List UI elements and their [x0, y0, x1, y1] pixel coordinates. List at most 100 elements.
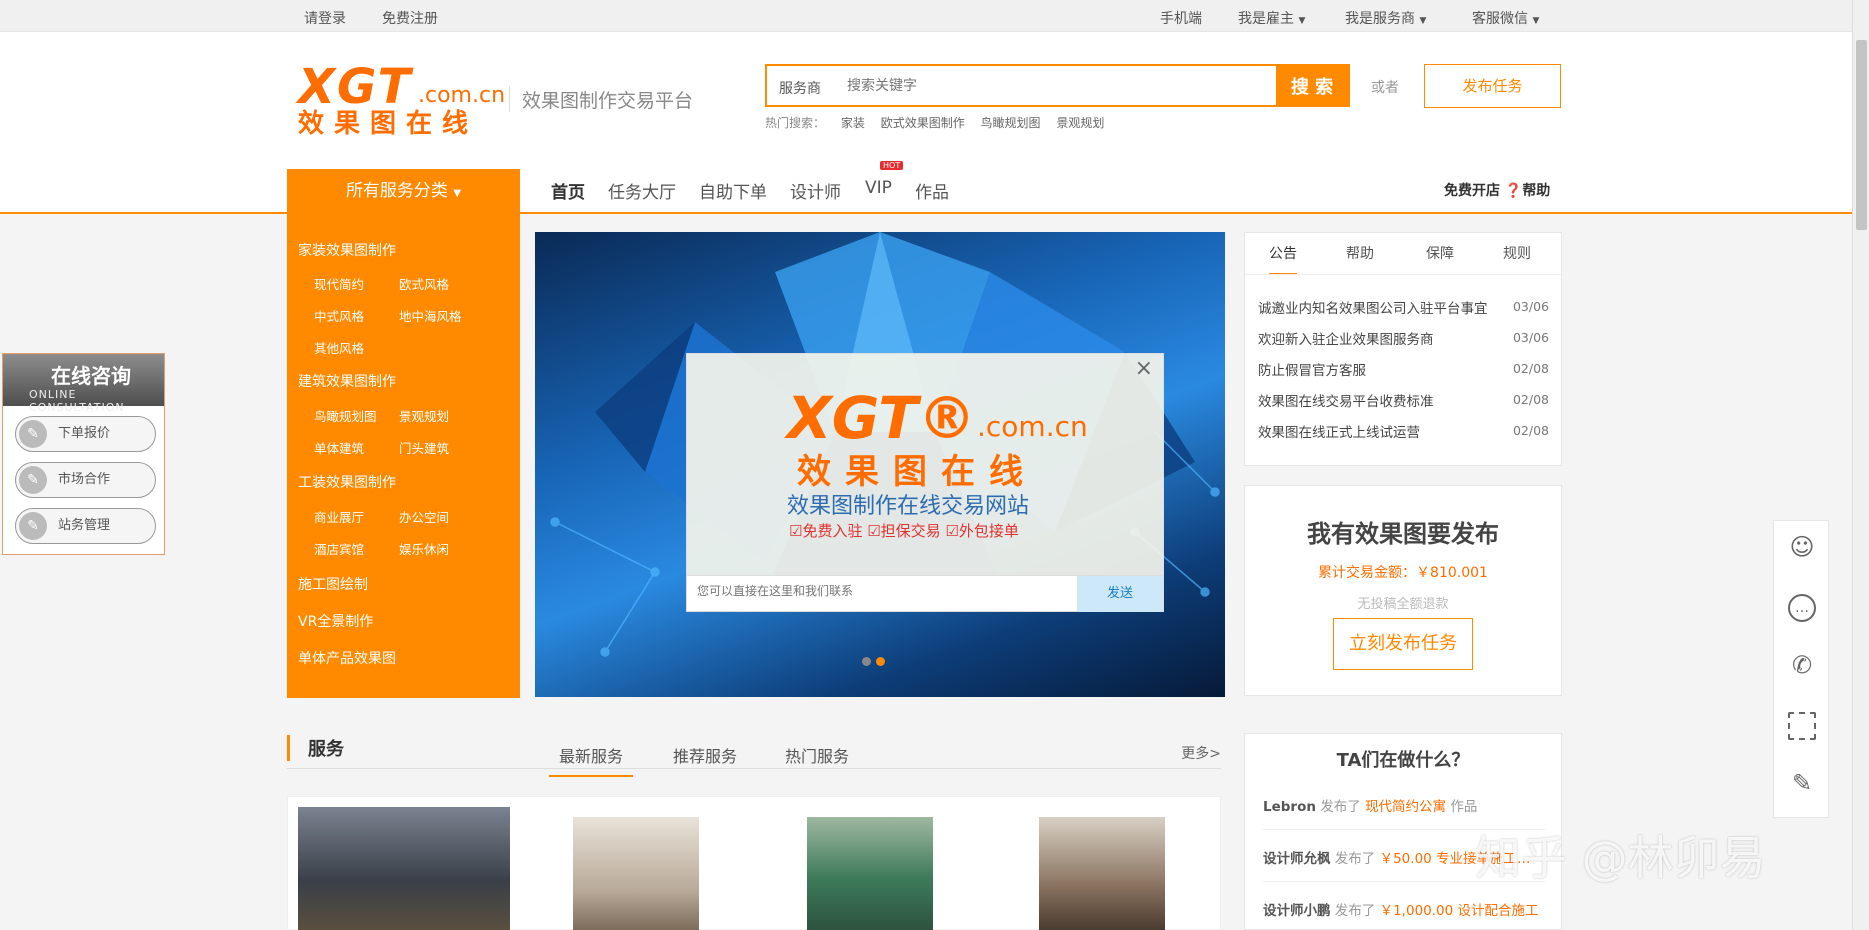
category-commercial[interactable]: 工装效果图制作 — [298, 472, 396, 492]
tab-announcements[interactable]: 公告 — [1269, 243, 1297, 275]
notice-item[interactable]: 防止假冒官方客服 — [1258, 359, 1533, 379]
hot-term[interactable]: 鸟瞰规划图 — [981, 116, 1041, 130]
help-label[interactable]: 帮助 — [1522, 183, 1550, 199]
service-card-image[interactable] — [573, 817, 699, 930]
tab-rules[interactable]: 规则 — [1503, 243, 1531, 263]
category-home-decor[interactable]: 家装效果图制作 — [298, 240, 396, 260]
scan-icon[interactable] — [1788, 712, 1816, 740]
wechat-label: 客服微信 — [1472, 11, 1528, 27]
caret-down-icon: ▼ — [1419, 16, 1427, 26]
free-shop-label: 免费开店 — [1444, 183, 1500, 199]
consultation-title: 在线咨询 — [51, 364, 131, 388]
more-link[interactable]: 更多> — [1181, 743, 1221, 763]
subcategory-link[interactable]: 办公空间 — [399, 507, 449, 526]
tab-hot-services[interactable]: 热门服务 — [785, 743, 849, 767]
nav-works[interactable]: 作品 — [915, 178, 949, 203]
slogan: 效果图制作交易平台 — [509, 86, 693, 112]
notice-item[interactable]: 欢迎新入驻企业效果图服务商 — [1258, 328, 1533, 348]
register-link[interactable]: 免费注册 — [382, 8, 438, 28]
wechat-menu[interactable]: 客服微信 ▼ — [1472, 8, 1539, 28]
scrollbar-thumb[interactable] — [1856, 40, 1867, 230]
tab-recommended-services[interactable]: 推荐服务 — [673, 743, 737, 767]
carousel-dot[interactable] — [862, 657, 871, 666]
activity-verb: 发布了 — [1320, 799, 1361, 815]
activity-row[interactable]: Lebron 发布了 现代简约公寓 作品 — [1263, 795, 1553, 815]
vertical-scrollbar[interactable] — [1852, 0, 1869, 930]
trade-amount: 累计交易金额：￥810.001 — [1318, 565, 1488, 581]
notice-item[interactable]: 效果图在线正式上线试运营 — [1258, 421, 1533, 441]
category-construction[interactable]: 施工图绘制 — [298, 574, 368, 594]
employer-label: 我是雇主 — [1238, 11, 1294, 27]
quote-label: 下单报价 — [58, 426, 111, 441]
nav-self-order[interactable]: 自助下单 — [699, 178, 767, 203]
help-icon: ❓ — [1504, 183, 1523, 199]
caret-down-icon: ▼ — [453, 188, 462, 199]
tab-latest-services[interactable]: 最新服务 — [549, 743, 634, 777]
publish-now-button[interactable]: 立刻发布任务 — [1333, 618, 1473, 670]
notice-date: 02/08 — [1512, 423, 1549, 438]
hot-term[interactable]: 欧式效果图制作 — [881, 116, 965, 130]
publish-task-button[interactable]: 发布任务 — [1424, 64, 1561, 108]
nav-vip[interactable]: VIP — [865, 178, 892, 198]
cooperation-button[interactable]: ✎ 市场合作 — [15, 462, 156, 498]
search-category[interactable]: 服务商 — [779, 78, 821, 98]
caret-down-icon: ▼ — [1298, 16, 1306, 26]
subcategory-link[interactable]: 景观规划 — [399, 406, 449, 425]
mobile-link[interactable]: 手机端 — [1160, 8, 1202, 28]
login-link[interactable]: 请登录 — [304, 8, 346, 28]
subcategory-link[interactable]: 单体建筑 — [314, 438, 364, 457]
refund-text: 无投稿全额退款 — [1357, 597, 1449, 612]
chat-bar: 发送 — [687, 575, 1163, 612]
search-button[interactable]: 搜 索 — [1276, 64, 1348, 107]
service-card-image[interactable] — [298, 807, 510, 930]
notice-item[interactable]: 诚邀业内知名效果图公司入驻平台事宜 — [1258, 297, 1533, 317]
free-shop-link[interactable]: 免费开店 ❓帮助 — [1444, 180, 1550, 200]
carousel-dot-active[interactable] — [876, 657, 885, 666]
popup-logo-chinese: 效果图在线 — [797, 452, 1037, 492]
site-admin-button[interactable]: ✎ 站务管理 — [15, 508, 156, 544]
activity-user: 设计师允枫 — [1263, 851, 1331, 867]
send-button[interactable]: 发送 — [1077, 576, 1163, 612]
subcategory-link[interactable]: 其他风格 — [314, 338, 364, 357]
category-product[interactable]: 单体产品效果图 — [298, 648, 396, 668]
search-input[interactable] — [847, 71, 1237, 101]
nav-designers[interactable]: 设计师 — [790, 178, 841, 203]
tab-guarantee[interactable]: 保障 — [1426, 243, 1454, 263]
subcategory-link[interactable]: 门头建筑 — [399, 438, 449, 457]
notice-panel: 公告 帮助 保障 规则 诚邀业内知名效果图公司入驻平台事宜 03/06 欢迎新入… — [1244, 232, 1562, 466]
all-categories-button[interactable]: 所有服务分类 ▼ — [287, 169, 520, 214]
caret-down-icon: ▼ — [1532, 16, 1540, 26]
message-icon[interactable]: … — [1788, 594, 1816, 622]
provider-menu[interactable]: 我是服务商 ▼ — [1345, 8, 1426, 28]
category-vr[interactable]: VR全景制作 — [298, 611, 373, 631]
subcategory-link[interactable]: 商业展厅 — [314, 507, 364, 526]
subcategory-link[interactable]: 鸟瞰规划图 — [314, 406, 377, 425]
nav-home[interactable]: 首页 — [551, 178, 585, 203]
nav-task-hall[interactable]: 任务大厅 — [608, 178, 676, 203]
subcategory-link[interactable]: 现代简约 — [314, 274, 364, 293]
subcategory-link[interactable]: 地中海风格 — [399, 306, 462, 325]
user-icon[interactable]: ☺ — [1788, 535, 1816, 563]
subcategory-link[interactable]: 中式风格 — [314, 306, 364, 325]
subcategory-link[interactable]: 娱乐休闲 — [399, 539, 449, 558]
consultation-header: 在线咨询 ONLINE CONSULTATION — [3, 354, 164, 414]
category-architecture[interactable]: 建筑效果图制作 — [298, 371, 396, 391]
activity-row[interactable]: 设计师小鹏 发布了 ￥1,000.00 设计配合施工 — [1263, 899, 1553, 919]
popup-logo: XGT® — [787, 384, 976, 452]
tab-help[interactable]: 帮助 — [1346, 243, 1374, 263]
notice-item[interactable]: 效果图在线交易平台收费标准 — [1258, 390, 1533, 410]
quote-button[interactable]: ✎ 下单报价 — [15, 416, 156, 452]
edit-icon[interactable]: ✎ — [1788, 771, 1816, 799]
hot-term[interactable]: 家装 — [841, 116, 865, 130]
service-card-image[interactable] — [1039, 817, 1165, 930]
phone-icon[interactable]: ✆ — [1788, 653, 1816, 681]
close-icon[interactable]: × — [1135, 356, 1153, 381]
hot-term[interactable]: 景观规划 — [1056, 116, 1104, 130]
subcategory-link[interactable]: 酒店宾馆 — [314, 539, 364, 558]
subcategory-link[interactable]: 欧式风格 — [399, 274, 449, 293]
consultation-subtitle: ONLINE CONSULTATION — [29, 388, 125, 414]
chat-input[interactable] — [697, 584, 1077, 598]
site-logo[interactable]: XGT .com.cn 效果图在线 — [298, 59, 505, 139]
service-card-image[interactable] — [807, 817, 933, 930]
employer-menu[interactable]: 我是雇主 ▼ — [1238, 8, 1305, 28]
